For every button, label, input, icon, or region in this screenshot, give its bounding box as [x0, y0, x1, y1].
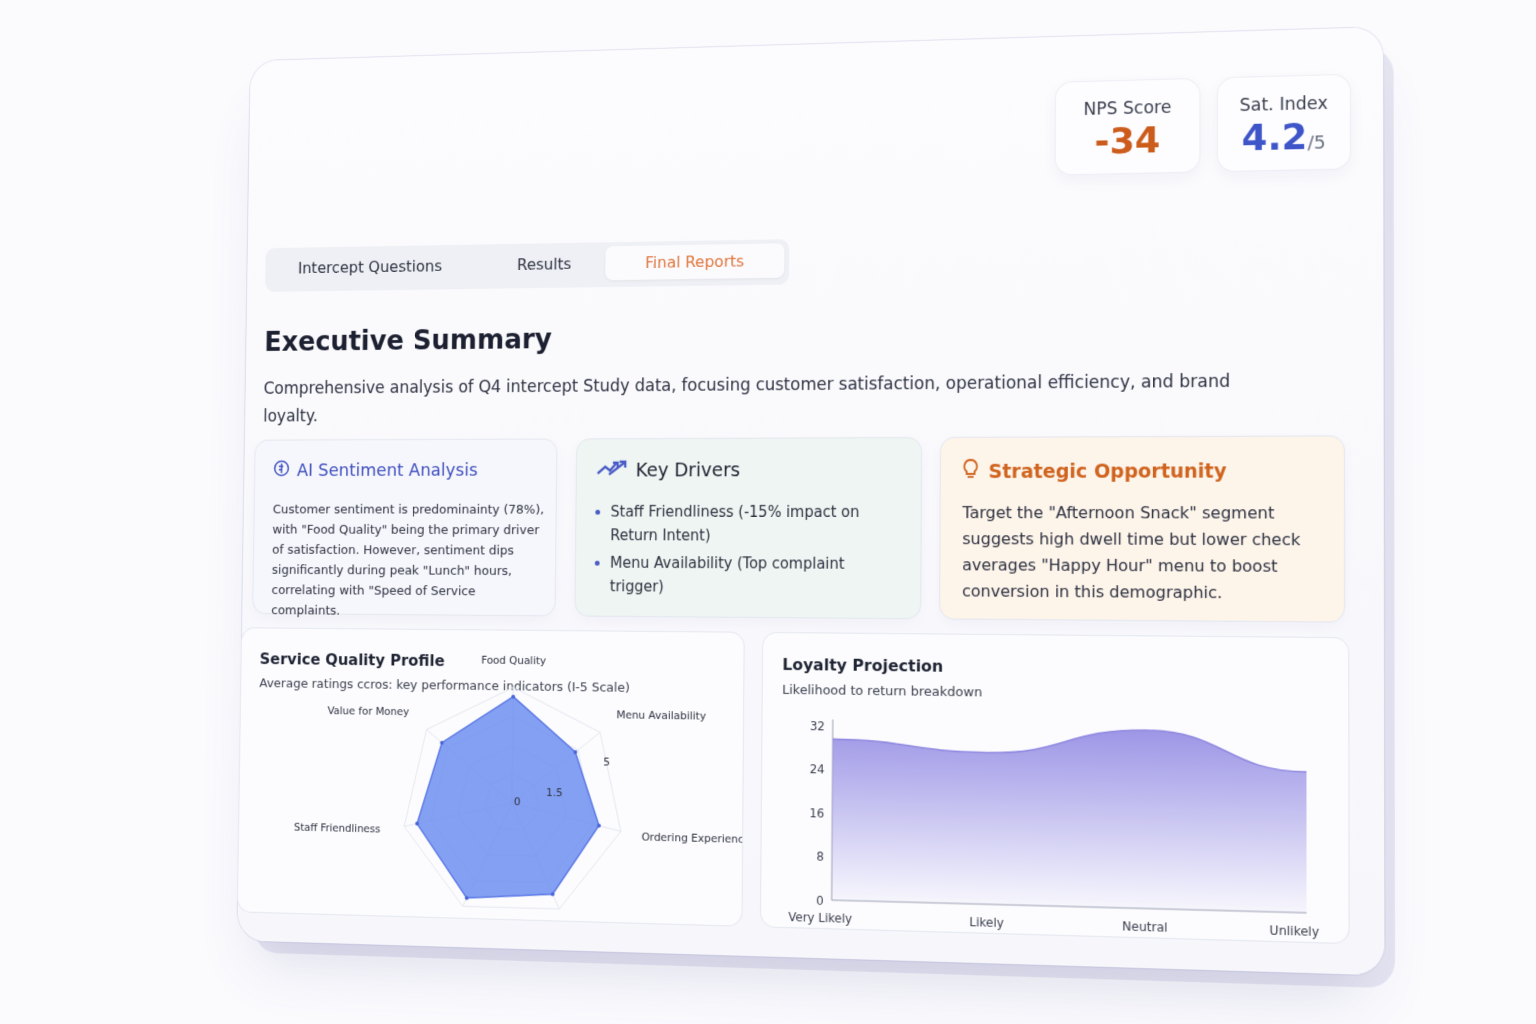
y-tick-label: 32	[810, 719, 825, 734]
report-tabs: Intercept Questions Results Final Report…	[265, 239, 790, 292]
y-tick-label: 24	[810, 762, 825, 777]
radar-series-area	[416, 695, 600, 901]
key-drivers-title: Key Drivers	[635, 458, 741, 481]
sentiment-card-title: AI Sentiment Analysis	[296, 460, 478, 481]
radar-axis-label: Food Quality	[481, 653, 546, 667]
sentiment-card-body: Customer sentiment is predominainty (78%…	[271, 502, 545, 619]
strategic-opportunity-title: Strategic Opportunity	[988, 459, 1227, 483]
key-drivers-header: Key Drivers	[596, 458, 740, 481]
dashboard-screen: NPS Score -34 Sat. Index 4.2/5 Intercept…	[237, 27, 1385, 976]
trending-up-icon	[596, 459, 628, 482]
sentiment-icon	[273, 460, 290, 482]
nps-score-card: NPS Score -34	[1055, 78, 1200, 175]
strategic-opportunity-header: Strategic Opportunity	[961, 457, 1227, 485]
radar-axis-label: Menu Availability	[616, 708, 706, 723]
service-quality-panel: Service Quality Profile Average ratings …	[237, 628, 744, 926]
radar-axis-label: Clearliness	[393, 920, 449, 925]
radar-axis-label: Staff Friendliness	[294, 821, 381, 836]
page-title: Executive Summary	[264, 322, 553, 358]
y-tick-label: 8	[817, 850, 825, 865]
sat-index-number: 4.2	[1241, 116, 1308, 160]
y-tick-label: 0	[816, 893, 824, 908]
radar-tick-label: 1.5	[546, 786, 563, 800]
lightbulb-icon	[961, 458, 981, 485]
radar-chart: 5 1.5 0 Food Quality Menu Availability Orderi…	[294, 653, 744, 925]
sat-index-suffix: /5	[1307, 132, 1326, 155]
y-tick-label: 16	[809, 806, 824, 821]
x-tick-label: Likely	[969, 915, 1004, 931]
key-drivers-card: Key Drivers Staff Friendliness (-15% imp…	[575, 438, 922, 619]
key-drivers-list: Staff Friendliness (-15% impact on Retur…	[593, 500, 903, 600]
nps-score-label: NPS Score	[1083, 97, 1172, 120]
x-tick-label: Very Likely	[788, 910, 852, 926]
tab-final-reports[interactable]: Final Reports	[605, 243, 785, 281]
loyalty-projection-panel: Loyalty Projection Likelihood to return …	[760, 632, 1349, 944]
sat-index-value: 4.2/5	[1218, 115, 1350, 160]
area-chart: 0 8 16 24 32 Very Likely Likely Neutral Unlikely	[788, 633, 1320, 939]
nps-score-value: -34	[1094, 120, 1161, 163]
tab-results[interactable]: Results	[517, 255, 571, 274]
radar-axis-label: Ordering Experience	[641, 831, 743, 847]
tab-intercept-questions[interactable]: Intercept Questions	[298, 257, 442, 277]
radar-axis-label: Value for Money	[327, 704, 409, 718]
sentiment-card-header: AI Sentiment Analysis	[273, 459, 478, 482]
x-tick-label: Neutral	[1122, 919, 1167, 935]
summary-description: Comprehensive analysis of Q4 intercept S…	[263, 371, 1231, 427]
area-series-fill	[831, 725, 1307, 913]
key-drivers-body: Staff Friendliness (-15% impact on Retur…	[593, 500, 903, 604]
sat-index-card: Sat. Index 4.2/5	[1217, 74, 1350, 172]
sat-index-label: Sat. Index	[1239, 93, 1328, 117]
strategic-opportunity-card: Strategic Opportunity Target the "Aftern…	[940, 436, 1345, 622]
sentiment-card: AI Sentiment Analysis Customer sentiment…	[253, 439, 557, 618]
strategic-opportunity-body: Target the "Afternoon Snack" segment sug…	[962, 503, 1301, 603]
x-tick-label: Unlikely	[1270, 923, 1320, 939]
radar-tick-label: 5	[603, 755, 610, 768]
key-driver-item: Staff Friendliness (-15% impact on Retur…	[610, 500, 903, 548]
radar-tick-label: 0	[514, 795, 521, 808]
key-driver-item: Menu Availability (Top complaint trigger…	[610, 551, 903, 600]
